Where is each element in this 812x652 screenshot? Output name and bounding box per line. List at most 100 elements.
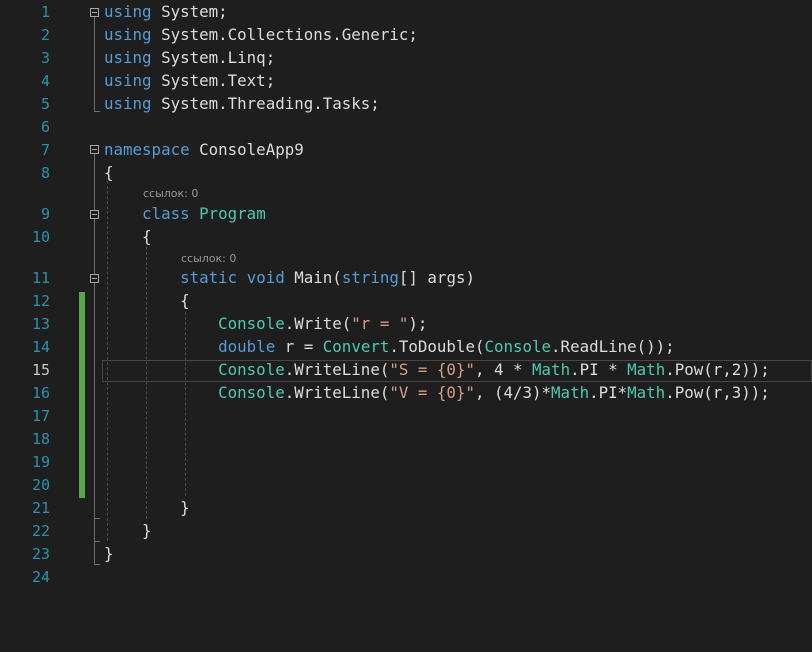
code-token: .Pow(r,3)); — [665, 383, 770, 402]
codelens-references-class[interactable]: ссылок: 0 — [143, 187, 198, 200]
line-number: 24 — [31, 568, 50, 586]
line-number: 16 — [31, 384, 50, 402]
code-token: ); — [408, 314, 428, 333]
code-token: } — [104, 544, 114, 563]
fold-toggle-method[interactable] — [90, 274, 99, 283]
code-token: System.Collections.Generic; — [151, 25, 418, 44]
code-token: .PI* — [589, 383, 628, 402]
code-line[interactable]: using System.Linq; — [104, 48, 275, 68]
code-token: Console — [218, 314, 285, 333]
code-token: .ReadLine()); — [551, 337, 675, 356]
line-number: 11 — [31, 269, 50, 287]
code-token: Math — [551, 383, 590, 402]
code-token: using — [104, 94, 152, 113]
fold-toggle-class[interactable] — [90, 210, 99, 219]
code-token: System.Linq; — [151, 48, 276, 67]
codelens-references-main[interactable]: ссылок: 0 — [181, 252, 236, 265]
line-number: 17 — [31, 407, 50, 425]
code-token: double — [218, 337, 276, 356]
code-token: using — [104, 25, 152, 44]
code-line[interactable]: } — [104, 521, 152, 541]
code-token: string — [341, 268, 399, 287]
code-line[interactable]: { — [104, 163, 114, 183]
code-token: } — [104, 498, 190, 517]
code-token: , (4/3)* — [474, 383, 552, 402]
code-token: Console — [218, 360, 285, 379]
line-number: 7 — [40, 141, 50, 159]
line-number: 10 — [31, 228, 50, 246]
line-number: 9 — [40, 205, 50, 223]
code-editor[interactable]: 1 2 3 4 5 6 7 8 9 10 11 12 13 14 15 16 17 18 19 20 21 22 23 24 … — [0, 0, 812, 652]
line-number: 6 — [40, 118, 50, 136]
fold-end-namespace — [94, 564, 100, 565]
code-token: Math — [532, 360, 571, 379]
fold-toggle-usings[interactable] — [90, 8, 99, 17]
line-number: 2 — [40, 26, 50, 44]
line-number: 8 — [40, 164, 50, 182]
code-line[interactable]: namespace ConsoleApp9 — [104, 140, 304, 160]
code-token: class — [142, 204, 190, 223]
code-line[interactable]: double r = Convert.ToDouble(Console.Read… — [104, 337, 675, 357]
code-token: Math — [627, 360, 666, 379]
code-token: using — [104, 71, 152, 90]
line-number: 20 — [31, 476, 50, 494]
code-line[interactable]: using System; — [104, 2, 228, 22]
fold-end-class — [94, 541, 100, 542]
code-line[interactable]: { — [104, 291, 190, 311]
fold-line-usings — [94, 17, 95, 111]
line-number: 13 — [31, 315, 50, 333]
fold-end-method — [94, 518, 100, 519]
fold-toggle-namespace[interactable] — [90, 145, 99, 154]
code-line[interactable]: static void Main(string[] args) — [104, 268, 475, 288]
code-token: } — [104, 521, 152, 540]
code-token: , 4 * — [474, 360, 533, 379]
code-token: { — [104, 227, 152, 246]
code-token: r = — [275, 337, 323, 356]
code-line[interactable]: } — [104, 544, 114, 564]
line-number: 14 — [31, 338, 50, 356]
line-number: 1 — [40, 3, 50, 21]
line-number: 21 — [31, 499, 50, 517]
line-number: 22 — [31, 522, 50, 540]
code-line[interactable]: Console.WriteLine("S = {0}", 4 * Math.PI… — [104, 360, 770, 380]
code-token: Console — [218, 383, 285, 402]
code-token: "V = {0}" — [389, 383, 475, 402]
change-indicator-bar — [79, 292, 85, 498]
line-number: 18 — [31, 430, 50, 448]
code-token: { — [104, 163, 114, 182]
code-token: .PI * — [570, 360, 628, 379]
line-number: 19 — [31, 453, 50, 471]
line-number: 3 — [40, 49, 50, 67]
code-line[interactable]: Console.WriteLine("V = {0}", (4/3)*Math.… — [104, 383, 770, 403]
code-token: .Pow(r,2)); — [665, 360, 770, 379]
code-token: System.Text; — [151, 71, 276, 90]
code-line[interactable]: } — [104, 498, 190, 518]
code-token: namespace — [104, 140, 190, 159]
code-line[interactable]: using System.Text; — [104, 71, 275, 91]
code-line[interactable]: Console.Write("r = "); — [104, 314, 427, 334]
code-token: "r = " — [351, 314, 409, 333]
line-number: 4 — [40, 72, 50, 90]
code-token: .Write( — [284, 314, 352, 333]
code-line[interactable]: using System.Collections.Generic; — [104, 25, 418, 45]
code-token: static — [180, 268, 238, 287]
code-token: Convert — [322, 337, 390, 356]
code-line[interactable]: { — [104, 227, 152, 247]
line-number: 12 — [31, 292, 50, 310]
code-line[interactable]: using System.Threading.Tasks; — [104, 94, 380, 114]
code-token: Console — [484, 337, 552, 356]
fold-end-usings — [94, 111, 100, 112]
code-token: System; — [151, 2, 228, 21]
code-token: Program — [199, 204, 266, 223]
code-token: Main( — [284, 268, 342, 287]
code-line[interactable]: class Program — [104, 204, 266, 224]
code-token: .WriteLine( — [284, 360, 390, 379]
code-token: using — [104, 48, 152, 67]
